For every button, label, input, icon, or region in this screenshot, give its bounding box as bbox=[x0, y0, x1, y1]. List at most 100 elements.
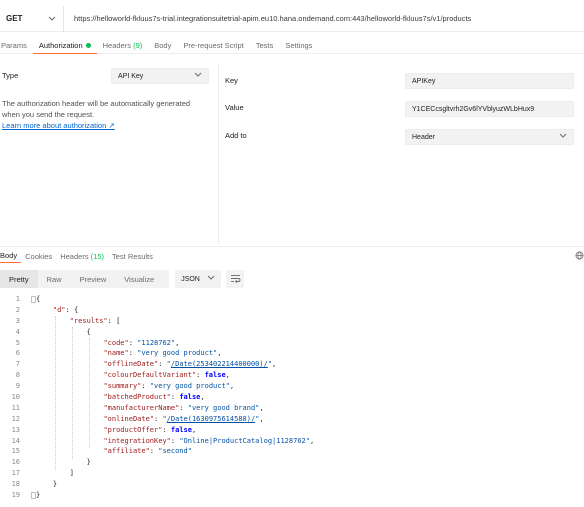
tab-params[interactable]: Params bbox=[0, 38, 33, 54]
code-text: "productOffer": false, bbox=[36, 425, 196, 436]
tab-settings[interactable]: Settings bbox=[279, 38, 318, 54]
active-dot-icon bbox=[85, 42, 91, 48]
value-field[interactable]: Y1CECcsgltvrh2Gv6lYVblyuzWLbHux9 bbox=[405, 101, 574, 117]
line-number: 14 bbox=[11, 436, 20, 445]
line-number: 12 bbox=[11, 414, 20, 423]
code-text: { bbox=[36, 294, 40, 305]
key-field[interactable]: APIKey bbox=[405, 73, 574, 89]
code-token: , bbox=[259, 403, 264, 412]
code-token: "summary" bbox=[103, 382, 142, 391]
tab-response-body[interactable]: Body bbox=[0, 249, 22, 263]
code-line: 15 "affiliate": "second" bbox=[0, 446, 584, 457]
tab-tests[interactable]: Tests bbox=[250, 38, 280, 54]
code-token: "affiliate" bbox=[103, 447, 150, 456]
code-line: 17 ] bbox=[0, 468, 584, 479]
code-token: false bbox=[170, 425, 192, 434]
code-text: "colourDefaultVariant": false, bbox=[36, 370, 229, 381]
code-token: false bbox=[204, 371, 226, 380]
line-number: 3 bbox=[15, 316, 20, 325]
tab-response-headers[interactable]: Headers (15) bbox=[56, 249, 108, 263]
tab-raw[interactable]: Raw bbox=[38, 270, 71, 288]
key-value: APIKey bbox=[412, 77, 436, 85]
line-number: 11 bbox=[11, 403, 20, 412]
code-token: "colourDefaultVariant" bbox=[103, 371, 197, 380]
code-line: 10 "batchedProduct": false, bbox=[0, 392, 584, 403]
method-label: GET bbox=[6, 14, 23, 23]
tab-test-results[interactable]: Test Results bbox=[108, 249, 157, 263]
code-token: { bbox=[36, 295, 41, 303]
chevron-down-icon bbox=[47, 14, 57, 24]
wrap-lines-button[interactable] bbox=[226, 270, 245, 288]
auth-type-select[interactable]: API Key bbox=[111, 68, 209, 84]
code-text: "batchedProduct": false, bbox=[36, 392, 204, 403]
code-token: : bbox=[128, 349, 138, 358]
line-number: 19 bbox=[11, 491, 20, 500]
auth-type-panel: Type API Key The authorization header wi… bbox=[0, 64, 214, 244]
code-line: 8 "colourDefaultVariant": false, bbox=[0, 370, 584, 381]
tab-label: Params bbox=[1, 41, 27, 50]
code-token: "very good product" bbox=[137, 349, 218, 358]
code-text: "offlineDate": "/Date(253402214400000)/"… bbox=[36, 359, 276, 370]
tab-pre-request-script[interactable]: Pre-request Script bbox=[177, 38, 249, 54]
code-token: "offlineDate" bbox=[103, 360, 159, 369]
tab-body[interactable]: Body bbox=[148, 38, 177, 54]
line-number: 2 bbox=[15, 305, 20, 314]
globe-icon[interactable] bbox=[575, 251, 584, 260]
code-token: , bbox=[175, 338, 180, 347]
code-token[interactable]: /Date(253402214400000)/ bbox=[171, 360, 268, 368]
code-token: : { bbox=[65, 305, 79, 314]
tab-label: Pre-request Script bbox=[183, 41, 244, 50]
code-token: "manufacturerName" bbox=[103, 403, 180, 412]
tab-label: Cookies bbox=[25, 251, 53, 261]
learn-more-link[interactable]: Learn more about authorization ↗ bbox=[2, 121, 115, 130]
code-token: "batchedProduct" bbox=[103, 393, 171, 402]
line-number: 17 bbox=[11, 469, 20, 478]
response-headers-count: (15) bbox=[90, 251, 105, 261]
code-token: } bbox=[36, 458, 91, 467]
code-token: } bbox=[36, 480, 58, 489]
tab-cookies[interactable]: Cookies bbox=[21, 249, 56, 263]
code-token[interactable]: /Date(1630975614588)/ bbox=[167, 415, 256, 423]
line-number: 9 bbox=[15, 382, 20, 391]
code-text: "manufacturerName": "very good brand", bbox=[36, 403, 264, 414]
line-number: 10 bbox=[11, 393, 20, 402]
tab-headers[interactable]: Headers (9) bbox=[97, 38, 149, 54]
tab-visualize[interactable]: Visualize bbox=[115, 270, 163, 288]
response-body[interactable]: 1{2 "d": {3 "results": [4 {5 "code": "11… bbox=[0, 294, 584, 501]
wrap-lines-icon bbox=[230, 274, 241, 285]
code-token: "very good product" bbox=[149, 382, 230, 391]
code-token: "second" bbox=[158, 447, 192, 456]
tab-preview[interactable]: Preview bbox=[71, 270, 116, 288]
request-tabs: Params Authorization Headers (9) Body Pr… bbox=[0, 38, 584, 54]
auth-type-value: API Key bbox=[118, 72, 144, 80]
code-token: { bbox=[36, 327, 91, 336]
code-token: : bbox=[128, 338, 138, 347]
code-token: : [ bbox=[107, 316, 121, 325]
code-token: "code" bbox=[103, 338, 129, 347]
code-token: "productOffer" bbox=[103, 425, 163, 434]
url-input[interactable]: https://helloworld-fkluus7s-trial.integr… bbox=[64, 14, 471, 23]
code-token: "results" bbox=[69, 316, 108, 325]
method-select[interactable]: GET bbox=[0, 5, 64, 32]
line-number: 8 bbox=[15, 371, 20, 380]
tab-authorization[interactable]: Authorization bbox=[32, 38, 97, 54]
tab-label: Authorization bbox=[38, 40, 83, 50]
line-number: 1 bbox=[15, 295, 20, 303]
tab-pretty[interactable]: Pretty bbox=[0, 270, 38, 288]
headers-count: (9) bbox=[133, 41, 143, 50]
code-line: 6 "name": "very good product", bbox=[0, 348, 584, 359]
code-line: 11 "manufacturerName": "very good brand"… bbox=[0, 403, 584, 414]
format-select[interactable]: JSON bbox=[175, 270, 222, 288]
addto-select[interactable]: Header bbox=[405, 129, 574, 145]
response-toolbar: Pretty Raw Preview Visualize JSON bbox=[0, 270, 245, 288]
chevron-down-icon bbox=[207, 275, 215, 283]
code-line: 4 { bbox=[0, 327, 584, 338]
tab-label: Headers bbox=[102, 41, 131, 50]
code-line: 18 } bbox=[0, 479, 584, 490]
code-text: } bbox=[36, 479, 57, 490]
code-text: "summary": "very good product", bbox=[36, 381, 234, 392]
